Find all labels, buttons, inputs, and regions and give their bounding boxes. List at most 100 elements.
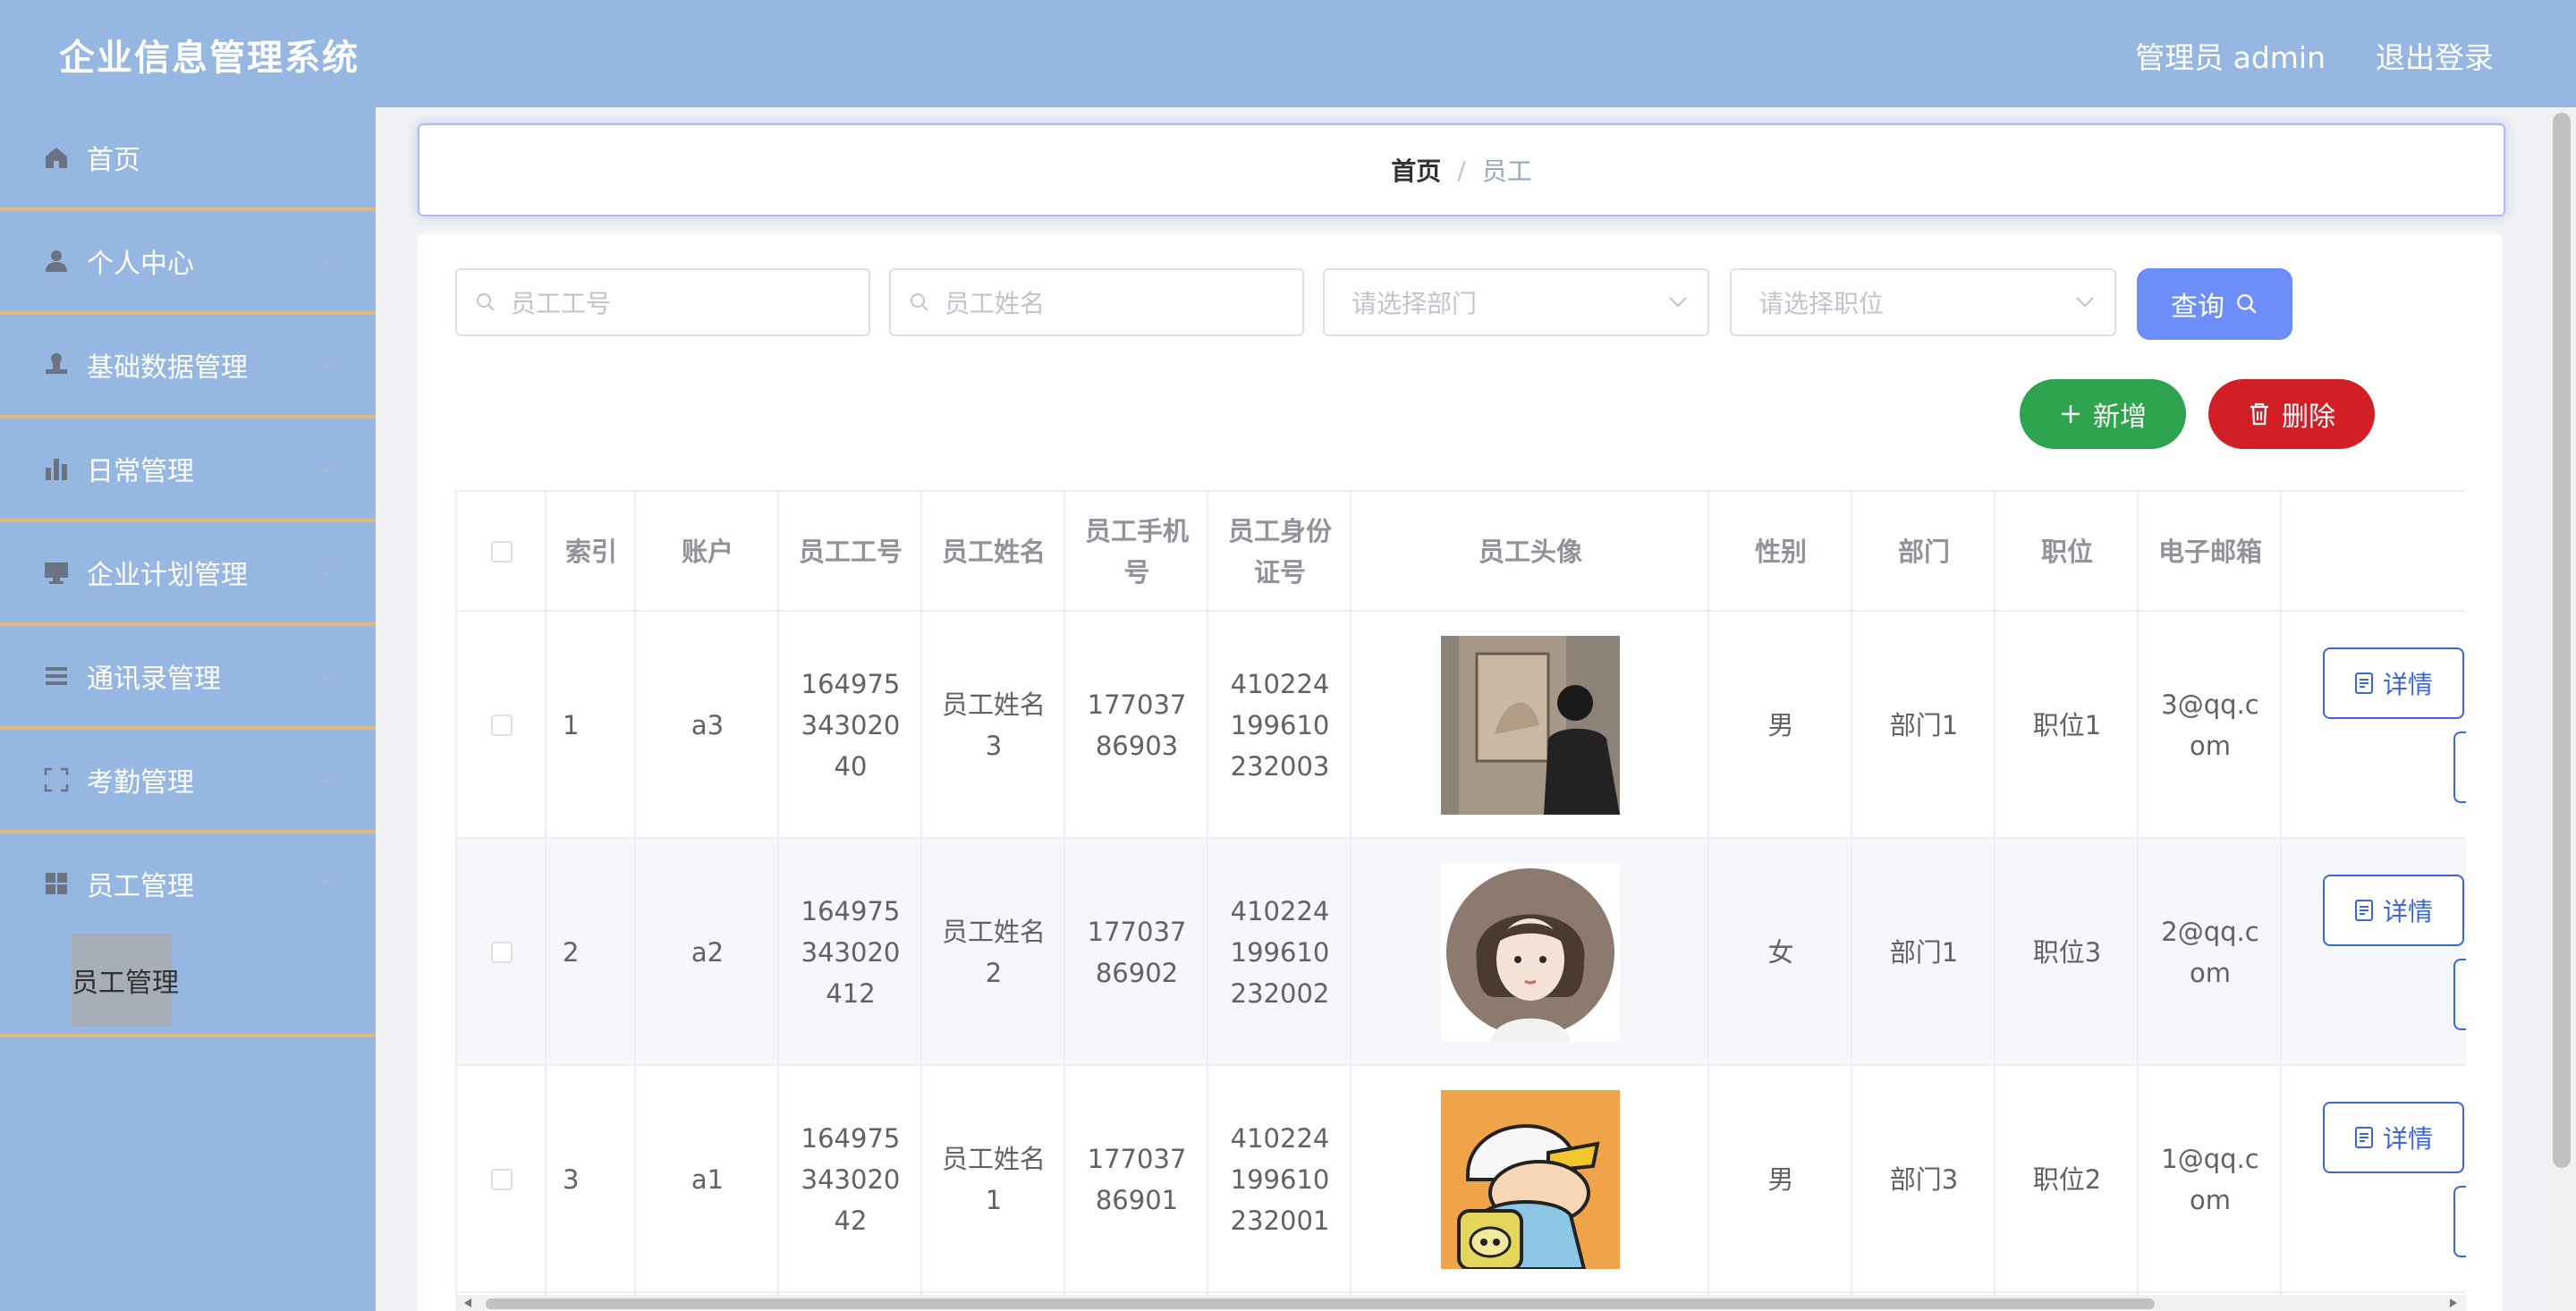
- query-button[interactable]: 查询: [2137, 268, 2292, 340]
- cell-position: 职位2: [2032, 1164, 2102, 1195]
- horizontal-scrollbar[interactable]: [455, 1295, 2466, 1311]
- sidebar-item-attendance[interactable]: 考勤管理: [0, 730, 376, 833]
- delete-label: 删除: [2282, 402, 2335, 433]
- header-id-card: 员工身份证号: [1227, 516, 1332, 588]
- cell-emp-no: 164975343020412: [801, 896, 901, 1009]
- search-icon: [2237, 294, 2257, 314]
- header-index: 索引: [564, 537, 617, 567]
- cell-email: 3@qq.com: [2161, 689, 2259, 761]
- row-checkbox[interactable]: [491, 715, 513, 736]
- sidebar-item-profile[interactable]: 个人中心: [0, 211, 376, 315]
- chevron-down-icon: [1669, 297, 1687, 308]
- sidebar-item-label: 基础数据管理: [87, 352, 248, 384]
- app-title: 企业信息管理系统: [59, 38, 360, 79]
- header-avatar: 员工头像: [1478, 537, 1582, 567]
- logout-link[interactable]: 退出登录: [2376, 34, 2494, 77]
- cell-dept: 部门1: [1889, 710, 1959, 740]
- current-user[interactable]: 管理员 admin: [2135, 34, 2326, 77]
- cell-index: 1: [563, 710, 580, 740]
- document-icon: [2354, 900, 2373, 921]
- employee-submenu: 员工管理: [0, 934, 376, 1037]
- search-icon: [911, 293, 928, 311]
- avatar-image[interactable]: [1441, 1090, 1620, 1269]
- scroll-left-icon[interactable]: [464, 1298, 471, 1307]
- cell-position: 职位3: [2032, 937, 2102, 968]
- detail-button[interactable]: 详情: [2323, 875, 2464, 946]
- sidebar-item-contacts[interactable]: 通讯录管理: [0, 626, 376, 730]
- header-position: 职位: [2040, 537, 2093, 567]
- header-gender: 性别: [1754, 537, 1807, 567]
- scrollbar-thumb[interactable]: [2553, 113, 2571, 1168]
- vertical-scrollbar[interactable]: [2547, 107, 2576, 1311]
- cell-gender: 女: [1767, 937, 1794, 968]
- scrollbar-thumb[interactable]: [486, 1298, 2155, 1309]
- cell-account: a3: [691, 710, 724, 740]
- row-checkbox[interactable]: [491, 942, 513, 963]
- breadcrumb-home[interactable]: 首页: [1391, 152, 1441, 188]
- monitor-icon: [45, 562, 68, 584]
- detail-label: 详情: [2382, 1124, 2433, 1154]
- sidebar-item-daily[interactable]: 日常管理: [0, 419, 376, 522]
- cell-gender: 男: [1767, 710, 1794, 740]
- select-all-checkbox[interactable]: [491, 541, 513, 562]
- avatar-image[interactable]: [1441, 863, 1620, 1042]
- top-header: 企业信息管理系统 管理员 admin 退出登录: [0, 0, 2576, 107]
- row-select-cell: [457, 612, 547, 839]
- header-account: 账户: [681, 537, 733, 567]
- cell-position: 职位1: [2032, 710, 2102, 740]
- sidebar-item-label: 通讯录管理: [87, 664, 221, 695]
- header-phone: 员工手机号: [1084, 516, 1189, 588]
- sidebar-item-label: 日常管理: [87, 456, 194, 487]
- dept-placeholder: 请选择部门: [1352, 289, 1478, 318]
- row-select-cell: [457, 839, 547, 1066]
- emp-no-search-input[interactable]: 员工工号: [455, 268, 870, 336]
- delete-button[interactable]: 删除: [2208, 379, 2375, 449]
- chevron-down-icon: [318, 774, 335, 785]
- add-button[interactable]: 新增: [2020, 379, 2186, 449]
- cell-index: 2: [563, 937, 580, 968]
- select-all-cell: [457, 492, 547, 612]
- cell-id-card: 410224199610232002: [1230, 896, 1330, 1009]
- position-placeholder: 请选择职位: [1758, 289, 1885, 318]
- sidebar-item-employee[interactable]: 员工管理: [0, 833, 376, 934]
- header-emp-no: 员工工号: [798, 537, 902, 567]
- cell-account: a1: [691, 1164, 724, 1195]
- detail-button[interactable]: 详情: [2323, 647, 2464, 719]
- cell-avatar: [1352, 839, 1709, 1066]
- cell-email: 2@qq.com: [2161, 917, 2259, 988]
- grid-icon: [46, 873, 67, 894]
- scroll-right-icon[interactable]: [2450, 1298, 2457, 1307]
- detail-label: 详情: [2382, 897, 2433, 926]
- cell-phone: 17703786901: [1087, 1144, 1187, 1215]
- employee-table: 索引 账户 员工工号 员工姓名 员工手机号 员工身份证号 员工头像 性别 部门 …: [455, 490, 2466, 1311]
- list-icon: [46, 667, 67, 685]
- plus-icon: [2062, 405, 2080, 423]
- cell-phone: 17703786902: [1087, 917, 1187, 988]
- user-area: 管理员 admin 退出登录: [2135, 34, 2494, 77]
- cell-id-card: 410224199610232003: [1230, 669, 1330, 782]
- cell-index: 3: [563, 1164, 580, 1195]
- edit-button-clipped[interactable]: [2453, 1186, 2466, 1257]
- bar-chart-icon: [46, 459, 67, 480]
- edit-button-clipped[interactable]: [2453, 959, 2466, 1030]
- chevron-down-icon: [318, 671, 335, 681]
- chevron-up-icon: [318, 878, 335, 889]
- edit-button-clipped[interactable]: [2453, 732, 2466, 803]
- sidebar-item-plan[interactable]: 企业计划管理: [0, 522, 376, 626]
- chevron-down-icon: [318, 463, 335, 474]
- fullscreen-icon: [44, 767, 69, 792]
- sidebar-item-home[interactable]: 首页: [0, 107, 376, 211]
- cell-emp-no: 16497534302042: [801, 1123, 901, 1236]
- dept-select[interactable]: 请选择部门: [1323, 268, 1709, 336]
- chevron-down-icon: [2076, 297, 2094, 308]
- cell-dept: 部门3: [1889, 1164, 1959, 1195]
- sidebar-item-basic-data[interactable]: 基础数据管理: [0, 315, 376, 419]
- detail-button[interactable]: 详情: [2323, 1102, 2464, 1173]
- submenu-item-employee-management[interactable]: 员工管理: [72, 934, 179, 1027]
- row-checkbox[interactable]: [491, 1169, 513, 1190]
- avatar-image[interactable]: [1441, 636, 1620, 815]
- position-select[interactable]: 请选择职位: [1730, 268, 2116, 336]
- header-email: 电子邮箱: [2157, 537, 2262, 567]
- emp-name-search-input[interactable]: 员工姓名: [889, 268, 1304, 336]
- sidebar-item-label: 员工管理: [87, 871, 194, 902]
